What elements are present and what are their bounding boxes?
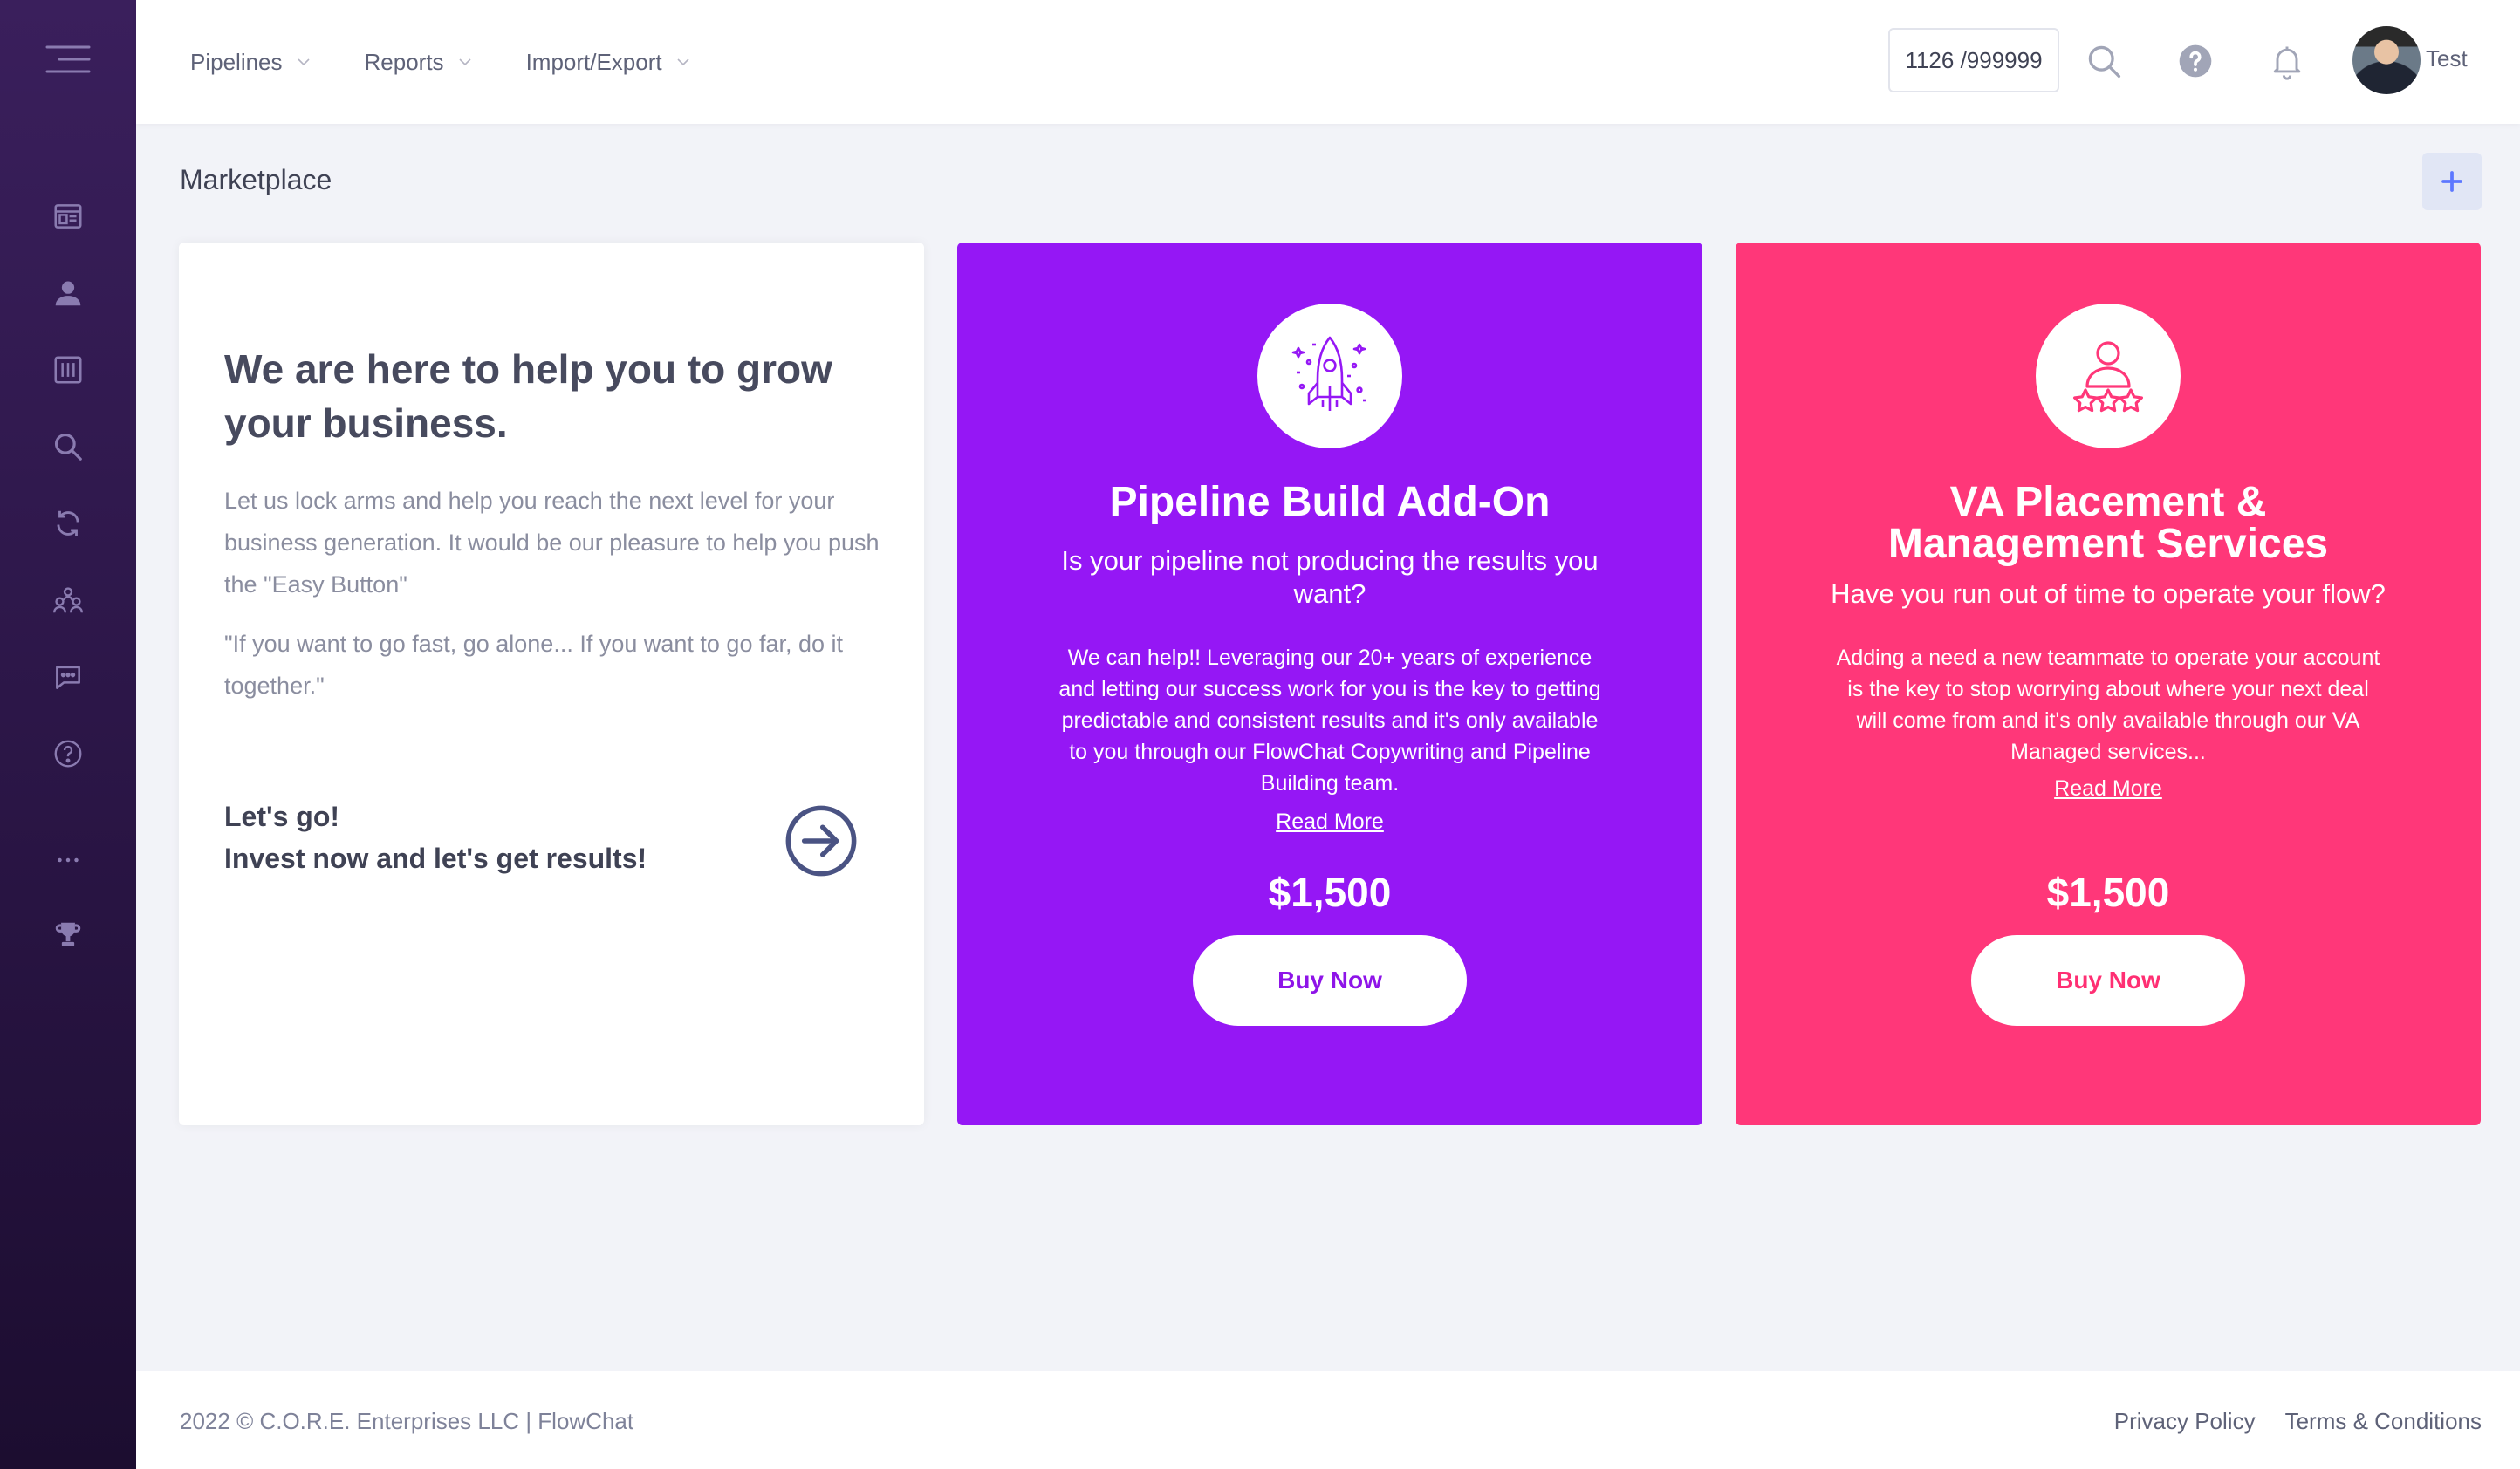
buy-now-button[interactable]: Buy Now bbox=[1971, 935, 2245, 1026]
card-title: VA Placement & Management Services bbox=[1887, 479, 2329, 567]
cta-line: Let's go! bbox=[224, 801, 340, 832]
menu-icon[interactable] bbox=[40, 35, 96, 84]
dashboard-icon[interactable] bbox=[44, 192, 92, 241]
intro-headline: We are here to help you to grow your bus… bbox=[224, 346, 832, 446]
user-rating-icon bbox=[2073, 341, 2143, 413]
username[interactable]: Test bbox=[2426, 45, 2468, 72]
plus-icon bbox=[2441, 171, 2462, 192]
sidebar bbox=[0, 0, 136, 1469]
nav-import-export[interactable]: Import/Export bbox=[526, 49, 692, 76]
copyright: 2022 © C.O.R.E. Enterprises LLC | FlowCh… bbox=[180, 1408, 634, 1434]
nav-pipelines[interactable]: Pipelines bbox=[190, 49, 312, 76]
nav-reports[interactable]: Reports bbox=[365, 49, 474, 76]
chevron-down-icon bbox=[458, 58, 471, 66]
card-subtitle: Is your pipeline not producing the resul… bbox=[1061, 545, 1599, 609]
help-icon[interactable] bbox=[2171, 37, 2220, 85]
search-icon[interactable] bbox=[2079, 37, 2128, 85]
intro-body: Let us lock arms and help you reach the … bbox=[224, 480, 887, 707]
page-title: Marketplace bbox=[180, 164, 332, 195]
contacts-icon[interactable] bbox=[44, 269, 92, 318]
va-card: VA Placement & Management Services Have … bbox=[1736, 243, 2481, 1125]
avatar[interactable] bbox=[2352, 26, 2421, 94]
sync-icon[interactable] bbox=[44, 499, 92, 548]
card-description: Adding a need a new teammate to operate … bbox=[1836, 646, 2380, 764]
footer-links: Privacy Policy Terms & Conditions bbox=[2114, 1408, 2482, 1435]
read-more-link[interactable]: Read More bbox=[1736, 776, 2481, 802]
nav-label: Pipelines bbox=[190, 48, 283, 75]
nav-label: Reports bbox=[364, 48, 444, 75]
intro-cta: Let's go! Invest now and let's get resul… bbox=[224, 796, 647, 879]
add-button[interactable] bbox=[2422, 153, 2482, 210]
read-more-link[interactable]: Read More bbox=[957, 810, 1702, 835]
chevron-down-icon bbox=[677, 58, 689, 66]
chevron-down-icon bbox=[297, 58, 310, 66]
arrow-right-circle-icon[interactable] bbox=[784, 804, 858, 878]
card-description: We can help!! Leveraging our 20+ years o… bbox=[1058, 646, 1601, 796]
search-icon[interactable] bbox=[44, 422, 92, 471]
user-rating-icon-badge bbox=[2036, 304, 2181, 448]
price: $1,500 bbox=[2046, 870, 2170, 915]
card-title: Pipeline Build Add-On bbox=[1109, 479, 1551, 525]
footer: 2022 © C.O.R.E. Enterprises LLC | FlowCh… bbox=[136, 1371, 2520, 1469]
reports-icon[interactable] bbox=[44, 345, 92, 394]
pipeline-card: Pipeline Build Add-On Is your pipeline n… bbox=[957, 243, 1702, 1125]
trophy-icon[interactable] bbox=[44, 911, 92, 960]
intro-quote: "If you want to go fast, go alone... If … bbox=[224, 631, 844, 699]
cta-line: Invest now and let's get results! bbox=[224, 843, 647, 874]
usage-counter: 1126 /999999 bbox=[1888, 28, 2059, 92]
chat-icon[interactable] bbox=[44, 653, 92, 701]
help-icon[interactable] bbox=[44, 729, 92, 778]
top-header: Pipelines Reports Import/Export 1126 /99… bbox=[136, 0, 2520, 124]
price: $1,500 bbox=[1268, 870, 1392, 915]
buy-now-button[interactable]: Buy Now bbox=[1193, 935, 1467, 1026]
privacy-policy-link[interactable]: Privacy Policy bbox=[2114, 1408, 2256, 1435]
rocket-icon bbox=[1291, 336, 1366, 411]
nav-label: Import/Export bbox=[525, 48, 662, 75]
bell-icon[interactable] bbox=[2263, 37, 2311, 85]
team-icon[interactable] bbox=[44, 576, 92, 625]
terms-link[interactable]: Terms & Conditions bbox=[2285, 1408, 2482, 1435]
intro-card: We are here to help you to grow your bus… bbox=[179, 243, 924, 1125]
rocket-icon-badge bbox=[1257, 304, 1402, 448]
card-subtitle: Have you run out of time to operate your… bbox=[1831, 578, 2386, 609]
more-icon[interactable] bbox=[44, 836, 92, 885]
intro-paragraph: Let us lock arms and help you reach the … bbox=[224, 488, 880, 598]
top-nav: Pipelines Reports Import/Export bbox=[190, 0, 692, 124]
